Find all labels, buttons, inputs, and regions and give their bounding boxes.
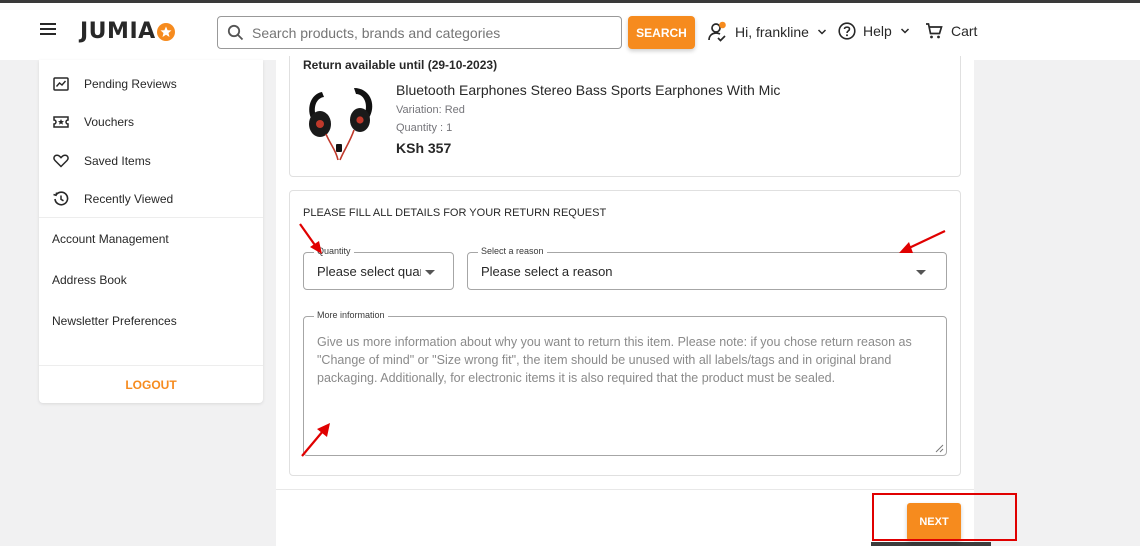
chevron-down-icon (817, 29, 826, 35)
quantity-value: Please select quantity (317, 264, 421, 279)
header: JUMIA SEARCH Hi, frankline Help Cart (0, 3, 1140, 60)
sidebar-divider (39, 217, 263, 218)
return-request-panel: Return available until (29-10-2023) Blue… (276, 56, 991, 546)
sidebar-item-vouchers[interactable]: Vouchers (52, 113, 134, 131)
resize-handle-icon[interactable] (935, 444, 944, 453)
hamburger-menu-icon[interactable] (40, 23, 56, 37)
help-label: Help (863, 23, 892, 39)
sidebar-item-label: Vouchers (84, 115, 135, 129)
more-information-label: More information (314, 310, 388, 320)
account-label: Hi, frankline (735, 24, 809, 40)
return-form: PLEASE FILL ALL DETAILS FOR YOUR RETURN … (289, 190, 961, 476)
account-sidebar: Pending Reviews Vouchers Saved Items Rec… (39, 60, 263, 403)
next-button-shadow (871, 542, 991, 546)
dropdown-caret-icon (916, 270, 926, 275)
jumia-logo[interactable]: JUMIA (80, 19, 175, 44)
user-check-icon (708, 21, 726, 42)
footer-divider (276, 489, 974, 490)
product-title[interactable]: Bluetooth Earphones Stereo Bass Sports E… (396, 82, 780, 98)
dropdown-caret-icon (425, 270, 435, 275)
quantity-label: Quantity (314, 246, 354, 256)
product-image (304, 82, 379, 162)
sidebar-item-label: Recently Viewed (84, 192, 174, 206)
star-icon (156, 22, 175, 41)
help-icon (838, 22, 856, 40)
search-input[interactable] (252, 24, 621, 41)
return-until-date: Return available until (29-10-2023) (303, 58, 498, 72)
product-quantity: Quantity : 1 (396, 122, 453, 134)
sidebar-item-recently-viewed[interactable]: Recently Viewed (52, 190, 173, 208)
reason-label: Select a reason (478, 246, 547, 256)
search-field[interactable] (217, 16, 622, 49)
annotation-highlight-box (872, 493, 1017, 541)
cart-label: Cart (951, 23, 978, 39)
search-icon (227, 24, 244, 41)
product-variation: Variation: Red (396, 104, 465, 116)
product-price: KSh 357 (396, 140, 452, 156)
sidebar-link-account-management[interactable]: Account Management (52, 232, 169, 246)
sidebar-item-pending-reviews[interactable]: Pending Reviews (52, 75, 177, 93)
sidebar-item-label: Pending Reviews (84, 77, 177, 91)
sidebar-link-address-book[interactable]: Address Book (52, 273, 127, 287)
reason-value: Please select a reason (481, 264, 613, 279)
sidebar-link-newsletter-preferences[interactable]: Newsletter Preferences (52, 314, 177, 328)
chevron-down-icon (900, 28, 909, 34)
review-icon (52, 75, 70, 93)
sidebar-item-label: Saved Items (84, 154, 151, 168)
help-menu[interactable]: Help (838, 22, 910, 40)
logout-button[interactable]: LOGOUT (39, 378, 263, 392)
more-information-placeholder: Give us more information about why you w… (317, 335, 912, 385)
form-title: PLEASE FILL ALL DETAILS FOR YOUR RETURN … (303, 207, 607, 219)
logo-text: JUMIA (80, 19, 156, 44)
reason-select[interactable]: Select a reason Please select a reason (467, 246, 947, 290)
cart-icon (926, 23, 943, 39)
product-card: Return available until (29-10-2023) Blue… (289, 56, 961, 177)
more-information-textarea[interactable]: More information Give us more informatio… (303, 310, 947, 456)
sidebar-divider (39, 365, 263, 366)
search-button[interactable]: SEARCH (628, 16, 695, 49)
cart-link[interactable]: Cart (925, 22, 977, 40)
sidebar-item-saved-items[interactable]: Saved Items (52, 152, 151, 170)
quantity-select[interactable]: Quantity Please select quantity (303, 246, 454, 290)
heart-icon (52, 152, 70, 170)
account-menu[interactable]: Hi, frankline (708, 21, 827, 43)
history-icon (52, 190, 70, 208)
voucher-icon (52, 113, 70, 131)
